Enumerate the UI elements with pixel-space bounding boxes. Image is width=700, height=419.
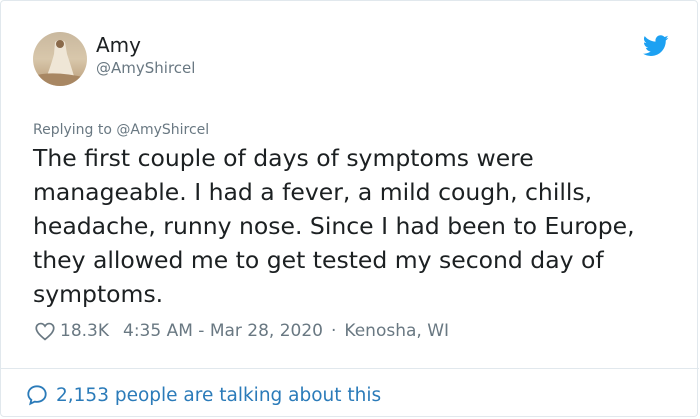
meta-separator: ·	[331, 321, 337, 341]
divider	[1, 368, 699, 369]
tweet-location[interactable]: Kenosha, WI	[344, 321, 449, 341]
avatar[interactable]	[33, 32, 87, 86]
tweet-timestamp[interactable]: 4:35 AM - Mar 28, 2020	[123, 321, 323, 341]
author-name[interactable]: Amy	[96, 33, 141, 57]
heart-icon[interactable]	[35, 322, 55, 341]
speech-bubble-icon	[27, 385, 47, 406]
tweet-meta: 18.3K 4:35 AM - Mar 28, 2020 · Kenosha, …	[33, 318, 449, 344]
like-count[interactable]: 18.3K	[60, 321, 109, 341]
tweet-text: The first couple of days of symptoms wer…	[33, 144, 635, 308]
avatar-image	[33, 32, 87, 86]
tweet-card: Amy @AmyShircel Replying to @AmyShircel …	[0, 0, 699, 417]
author-handle[interactable]: @AmyShircel	[96, 59, 195, 77]
twitter-bird-icon[interactable]	[643, 35, 669, 57]
discussion-text[interactable]: 2,153 people are talking about this	[56, 385, 381, 406]
discussion-link[interactable]: 2,153 people are talking about this	[26, 381, 381, 409]
replying-to[interactable]: Replying to @AmyShircel	[33, 122, 209, 138]
